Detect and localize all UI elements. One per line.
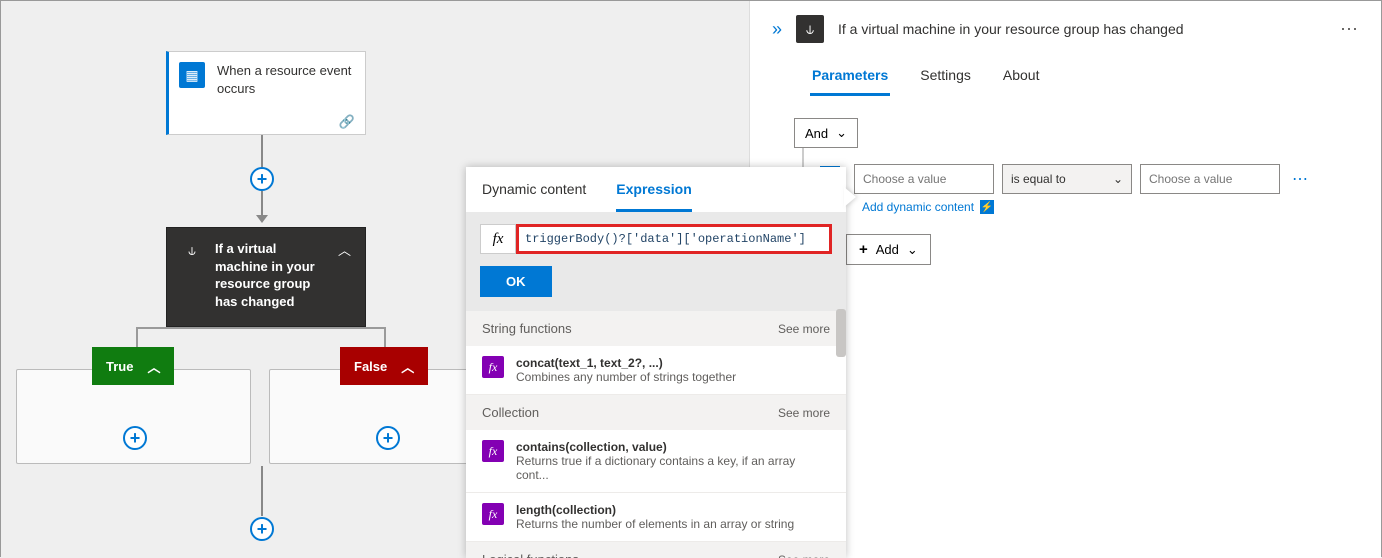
- add-label: Add: [876, 242, 899, 257]
- section-title: Logical functions: [482, 552, 579, 558]
- condition-builder: And ⌄ is equal to ⌄ ⋯ Add dynamic conten…: [750, 96, 1381, 148]
- chevron-down-icon: ⌄: [836, 125, 847, 141]
- connection-link-icon[interactable]: 🔗: [339, 114, 355, 130]
- function-list: String functions See more fx concat(text…: [466, 311, 846, 558]
- chevron-down-icon: ⌄: [1113, 172, 1123, 186]
- chevron-up-icon: ︿: [401, 357, 414, 376]
- add-step-button[interactable]: +: [250, 167, 274, 191]
- operator-select[interactable]: is equal to ⌄: [1002, 164, 1132, 194]
- tab-parameters[interactable]: Parameters: [810, 61, 890, 96]
- connector-line: [261, 466, 263, 516]
- expression-input[interactable]: [519, 227, 829, 251]
- fn-item-length[interactable]: fx length(collection) Returns the number…: [466, 493, 846, 542]
- fn-description: Returns true if a dictionary contains a …: [516, 454, 830, 482]
- collapse-pane-icon[interactable]: »: [772, 19, 782, 40]
- fn-item-concat[interactable]: fx concat(text_1, text_2?, ...) Combines…: [466, 346, 846, 395]
- tab-expression[interactable]: Expression: [616, 181, 691, 212]
- row-more-button[interactable]: ⋯: [1292, 169, 1309, 189]
- detail-title: If a virtual machine in your resource gr…: [838, 21, 1326, 37]
- detail-tabs: Parameters Settings About: [750, 53, 1381, 96]
- connector-line: [261, 135, 263, 167]
- section-title: String functions: [482, 321, 572, 336]
- condition-card[interactable]: ⫝ If a virtual machine in your resource …: [166, 227, 366, 327]
- left-operand-input[interactable]: [854, 164, 994, 194]
- expression-input-row: fx: [466, 212, 846, 266]
- condition-row: is equal to ⌄ ⋯: [854, 164, 1309, 194]
- chevron-down-icon: ⌄: [907, 242, 918, 258]
- condition-icon: ⫝: [796, 15, 824, 43]
- false-branch-header[interactable]: False ︿: [340, 347, 428, 385]
- fn-description: Returns the number of elements in an arr…: [516, 517, 794, 531]
- trigger-title: When a resource event occurs: [217, 62, 355, 97]
- true-branch-container: True ︿ +: [16, 369, 251, 464]
- flyout-pointer: [844, 187, 856, 207]
- trigger-card[interactable]: ▦ When a resource event occurs 🔗: [166, 51, 366, 135]
- expression-input-highlight: [516, 224, 832, 254]
- logic-op-label: And: [805, 126, 828, 141]
- connector-split: [136, 327, 386, 329]
- chevron-up-icon: ︿: [147, 357, 160, 376]
- tab-dynamic-content[interactable]: Dynamic content: [482, 181, 586, 212]
- see-more-link[interactable]: See more: [778, 553, 830, 558]
- see-more-link[interactable]: See more: [778, 406, 830, 420]
- fn-signature: concat(text_1, text_2?, ...): [516, 356, 736, 370]
- section-logical-functions: Logical functions See more: [466, 542, 846, 558]
- dynamic-content-icon: ⚡: [980, 200, 994, 214]
- scrollbar[interactable]: [836, 309, 846, 357]
- arrowhead-icon: [256, 215, 268, 223]
- add-dynamic-content-link[interactable]: Add dynamic content ⚡: [862, 200, 994, 214]
- fx-icon: fx: [480, 224, 516, 254]
- condition-icon: ⫝: [181, 240, 203, 262]
- fx-icon: fx: [482, 440, 504, 462]
- logic-op-select[interactable]: And ⌄: [794, 118, 858, 148]
- add-action-true-button[interactable]: +: [123, 426, 147, 450]
- add-step-bottom-button[interactable]: +: [250, 517, 274, 541]
- fn-description: Combines any number of strings together: [516, 370, 736, 384]
- tab-settings[interactable]: Settings: [918, 61, 973, 96]
- condition-title: If a virtual machine in your resource gr…: [215, 240, 326, 310]
- operator-label: is equal to: [1011, 172, 1066, 186]
- right-operand-input[interactable]: [1140, 164, 1280, 194]
- chevron-up-icon[interactable]: ︿: [338, 240, 351, 259]
- true-label: True: [106, 359, 133, 374]
- add-action-false-button[interactable]: +: [376, 426, 400, 450]
- add-condition-button[interactable]: + Add ⌄: [846, 234, 931, 265]
- ok-button[interactable]: OK: [480, 266, 552, 297]
- section-string-functions: String functions See more: [466, 311, 846, 346]
- section-title: Collection: [482, 405, 539, 420]
- dyn-link-label: Add dynamic content: [862, 200, 974, 214]
- fn-signature: contains(collection, value): [516, 440, 830, 454]
- fx-icon: fx: [482, 503, 504, 525]
- plus-icon: +: [859, 241, 868, 258]
- event-grid-icon: ▦: [179, 62, 205, 88]
- connector-line: [261, 191, 263, 215]
- see-more-link[interactable]: See more: [778, 322, 830, 336]
- tab-about[interactable]: About: [1001, 61, 1042, 96]
- flyout-tabs: Dynamic content Expression: [466, 167, 846, 212]
- detail-more-button[interactable]: ⋯: [1340, 19, 1359, 40]
- fx-icon: fx: [482, 356, 504, 378]
- section-collection: Collection See more: [466, 395, 846, 430]
- true-branch-header[interactable]: True ︿: [92, 347, 174, 385]
- fn-signature: length(collection): [516, 503, 794, 517]
- false-label: False: [354, 359, 387, 374]
- fn-item-contains[interactable]: fx contains(collection, value) Returns t…: [466, 430, 846, 493]
- expression-flyout: Dynamic content Expression fx OK String …: [466, 167, 846, 558]
